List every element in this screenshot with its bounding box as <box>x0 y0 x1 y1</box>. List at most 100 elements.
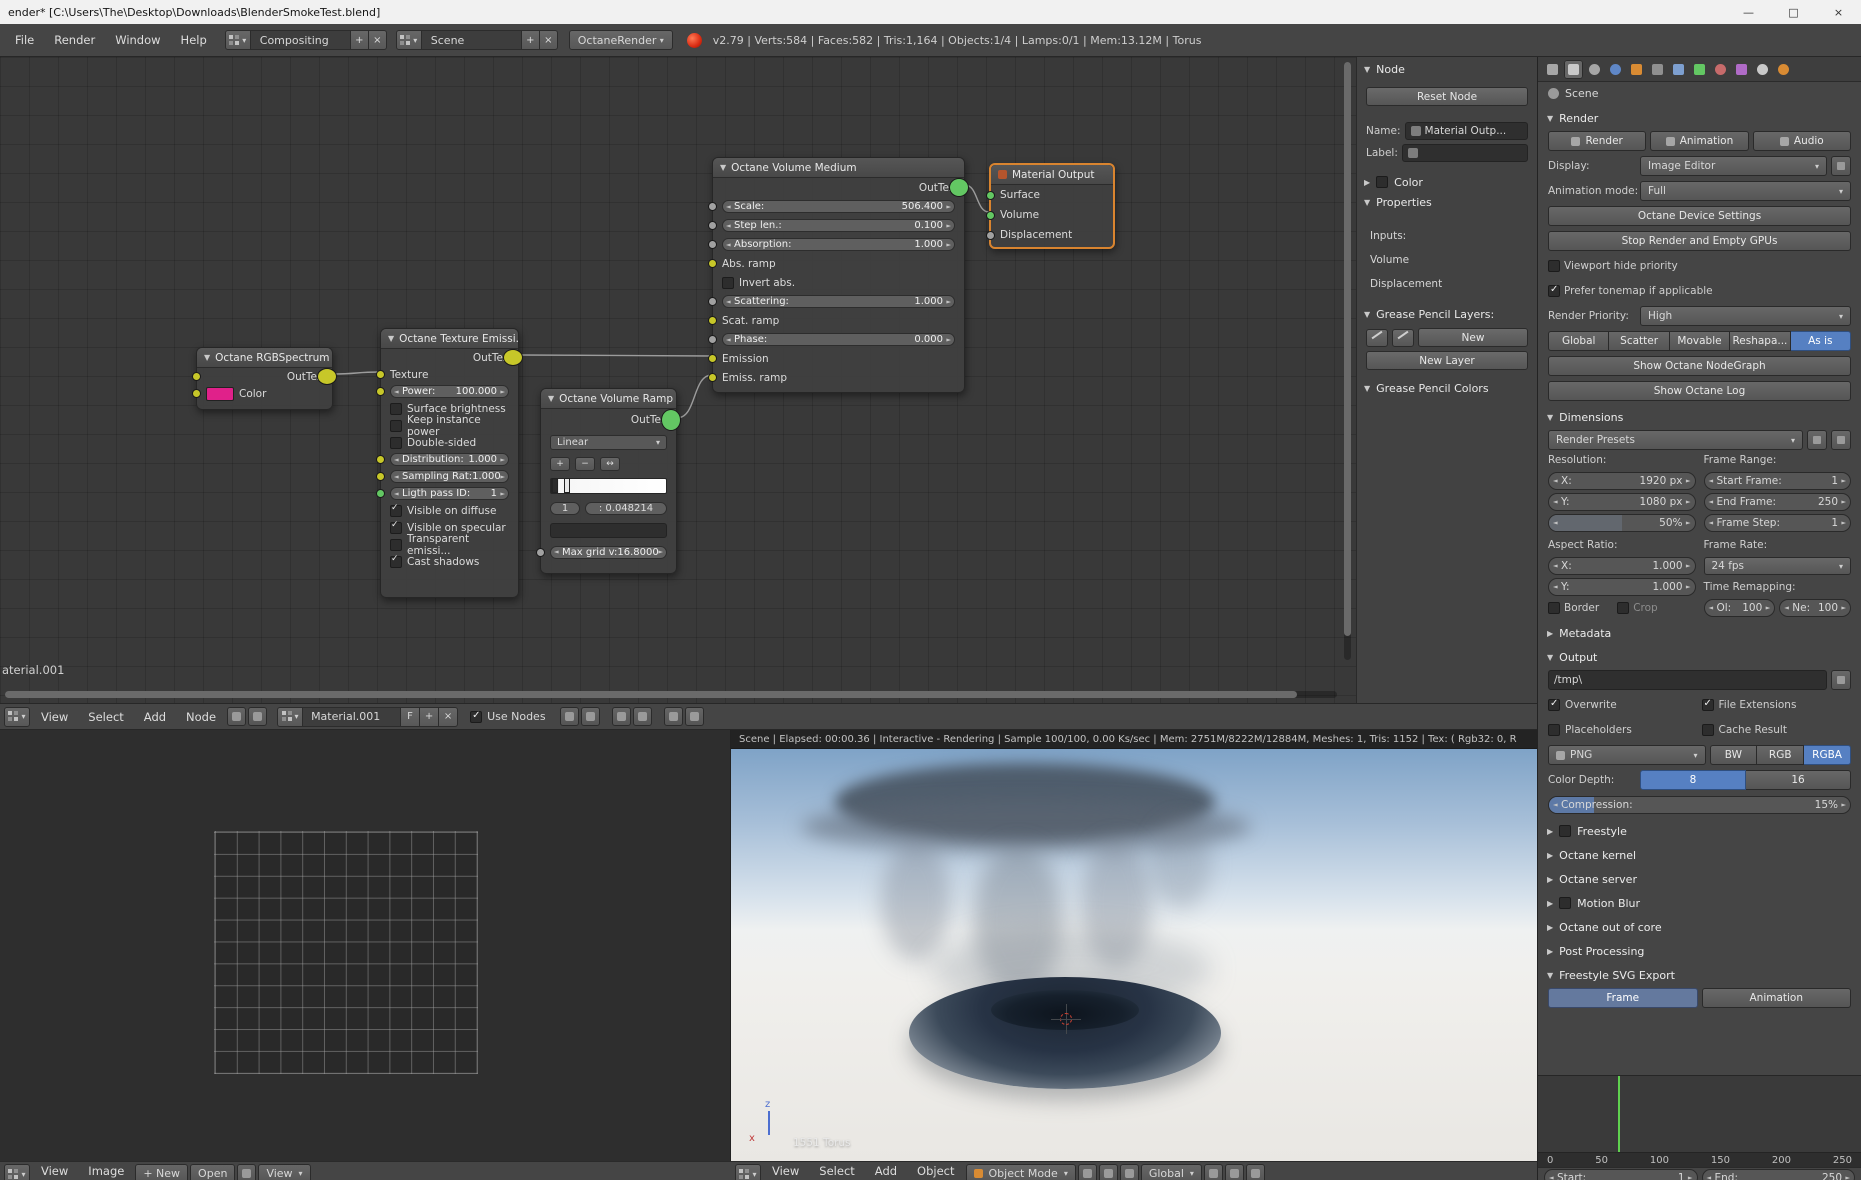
panel-output-header[interactable]: ▼ Output <box>1538 647 1861 667</box>
surface-brightness-checkbox[interactable] <box>390 402 402 415</box>
invert-abs-checkbox[interactable] <box>722 276 734 289</box>
collapse-triangle-icon[interactable]: ▼ <box>388 334 394 343</box>
panel-motion-blur-header[interactable]: ▶ Motion Blur <box>1538 893 1861 913</box>
end-frame-field[interactable]: End:250 <box>1701 1169 1855 1180</box>
light-pass-socket[interactable] <box>376 489 385 498</box>
tab-constraints-icon[interactable] <box>1648 60 1667 79</box>
depth-8-button[interactable]: 8 <box>1640 770 1746 790</box>
tab-render-icon[interactable] <box>1543 60 1562 79</box>
svg-animation-button[interactable]: Animation <box>1701 988 1851 1008</box>
visible-specular-checkbox[interactable] <box>390 520 402 534</box>
compression-slider[interactable]: Compression:15% <box>1548 796 1851 814</box>
node-material-output[interactable]: Material Output Surface Volume Displacem… <box>986 163 1115 249</box>
menu-help[interactable]: Help <box>172 33 216 47</box>
absorption-slider[interactable]: Absorption:1.000 <box>722 238 955 251</box>
stop-index-field[interactable]: 1 <box>550 501 580 515</box>
scatter-button[interactable]: Scatter <box>1609 331 1670 351</box>
breadcrumb-scene[interactable]: Scene <box>1565 87 1599 100</box>
node-header[interactable]: ▼ Octane Volume Medium <box>713 158 964 178</box>
crop-checkbox[interactable] <box>1617 602 1630 614</box>
collapse-triangle-icon[interactable]: ▼ <box>548 394 554 403</box>
menu-image[interactable]: Image <box>79 1164 133 1178</box>
menu-render[interactable]: Render <box>45 33 104 47</box>
pin-icon[interactable] <box>237 1164 257 1180</box>
menu-select[interactable]: Select <box>810 1164 863 1178</box>
snap-mode-icon[interactable] <box>632 707 652 726</box>
fps-dropdown[interactable]: 24 fps ▾ <box>1703 557 1851 575</box>
menu-window[interactable]: Window <box>106 33 169 47</box>
power-slider[interactable]: Power:100.000 <box>390 385 509 398</box>
prefer-tonemap-checkbox[interactable] <box>1548 284 1560 297</box>
display-dropdown[interactable]: Image Editor ▾ <box>1640 156 1827 176</box>
panel-dimensions-header[interactable]: ▼ Dimensions <box>1538 407 1861 427</box>
start-frame-field[interactable]: Start:1 <box>1544 1169 1698 1180</box>
remap-new-slider[interactable]: Ne:100 <box>1779 599 1851 617</box>
animation-button[interactable]: Animation <box>1650 131 1749 151</box>
panel-gp-layers-header[interactable]: ▼ Grease Pencil Layers: <box>1357 304 1537 324</box>
bw-button[interactable]: BW <box>1709 745 1758 765</box>
image-editor[interactable] <box>0 730 731 1161</box>
surface-socket[interactable] <box>986 190 995 200</box>
close-button[interactable]: × <box>1816 0 1861 24</box>
collapse-triangle-icon[interactable]: ▼ <box>204 353 210 362</box>
editor-type-icon[interactable]: ▾ <box>4 1164 30 1180</box>
show-octane-log-button[interactable]: Show Octane Log <box>1548 381 1851 401</box>
menu-add[interactable]: Add <box>135 710 175 724</box>
cast-shadows-checkbox[interactable] <box>390 554 402 568</box>
tab-world-icon[interactable] <box>1606 60 1625 79</box>
node-label-field[interactable] <box>1401 144 1528 162</box>
node-octane-rgbspectrum[interactable]: ▼ Octane RGBSpectrum ... OutTex Color <box>192 347 337 410</box>
menu-view[interactable]: View <box>32 710 77 724</box>
viewport-3d[interactable]: Scene | Elapsed: 00:00.36 | Interactive … <box>731 730 1537 1161</box>
add-scene-button[interactable]: + <box>521 30 540 50</box>
menu-object[interactable]: Object <box>908 1164 963 1178</box>
phase-slider[interactable]: Phase:0.000 <box>722 333 955 346</box>
open-image-button[interactable]: Open <box>190 1164 236 1180</box>
render-presets-dropdown[interactable]: Render Presets ▾ <box>1548 430 1803 450</box>
panel-octane-kernel-header[interactable]: ▶ Octane kernel <box>1538 845 1861 865</box>
double-sided-checkbox[interactable] <box>390 436 402 449</box>
horizontal-scrollbar[interactable] <box>5 691 1337 698</box>
svg-frame-button[interactable]: Frame <box>1548 988 1698 1008</box>
panel-octane-server-header[interactable]: ▶ Octane server <box>1538 869 1861 889</box>
torus-object[interactable] <box>909 977 1221 1089</box>
mode-dropdown[interactable]: Object Mode ▾ <box>965 1164 1076 1180</box>
new-image-button[interactable]: + New <box>135 1164 189 1180</box>
node-octane-volume-medium[interactable]: ▼ Octane Volume Medium OutTex Scale:506.4… <box>708 157 969 393</box>
render-engine-selector[interactable]: OctaneRender ▾ <box>568 30 673 50</box>
tab-modifiers-icon[interactable] <box>1669 60 1688 79</box>
node-tree-icon[interactable] <box>248 707 268 726</box>
stop-position-field[interactable]: : 0.048214 <box>585 501 667 515</box>
emiss-ramp-socket[interactable] <box>708 373 717 382</box>
remove-stop-button[interactable]: − <box>575 457 595 471</box>
ramp-stop-handle[interactable] <box>564 478 570 493</box>
scene-name[interactable]: Scene <box>421 30 522 50</box>
stop-render-button[interactable]: Stop Render and Empty GPUs <box>1548 231 1851 251</box>
absorption-socket[interactable] <box>708 240 717 249</box>
abs-ramp-socket[interactable] <box>708 259 717 268</box>
node-header[interactable]: ▼ Octane Texture Emissi... <box>381 329 518 349</box>
node-header[interactable]: ▼ Octane RGBSpectrum ... <box>197 348 332 368</box>
menu-node[interactable]: Node <box>177 710 225 724</box>
menu-view[interactable]: View <box>32 1164 77 1178</box>
file-format-dropdown[interactable]: PNG ▾ <box>1548 745 1706 765</box>
minimize-button[interactable]: — <box>1726 0 1771 24</box>
render-view[interactable]: z x 1551 Torus <box>731 749 1537 1161</box>
render-button[interactable]: Render <box>1548 131 1647 151</box>
reshapable-button[interactable]: Reshapa... <box>1730 331 1791 351</box>
outtex-socket[interactable] <box>503 349 523 366</box>
remap-old-slider[interactable]: Ol:100 <box>1703 599 1776 617</box>
panel-freestyle-header[interactable]: ▶ Freestyle <box>1538 821 1861 841</box>
file-extensions-checkbox[interactable] <box>1701 699 1714 711</box>
outtex-socket[interactable] <box>317 368 337 385</box>
delete-layout-button[interactable]: × <box>368 30 387 50</box>
folder-icon[interactable] <box>1831 670 1851 690</box>
panel-octane-ooc-header[interactable]: ▶ Octane out of core <box>1538 917 1861 937</box>
add-preset-button[interactable] <box>1807 430 1827 450</box>
distribution-socket[interactable] <box>376 455 385 464</box>
grease-pencil-erase-icon[interactable] <box>1392 328 1414 347</box>
emission-socket[interactable] <box>708 354 717 363</box>
add-material-button[interactable]: + <box>420 706 440 727</box>
color-socket[interactable] <box>192 389 201 398</box>
vertical-scrollbar[interactable] <box>1344 62 1351 660</box>
